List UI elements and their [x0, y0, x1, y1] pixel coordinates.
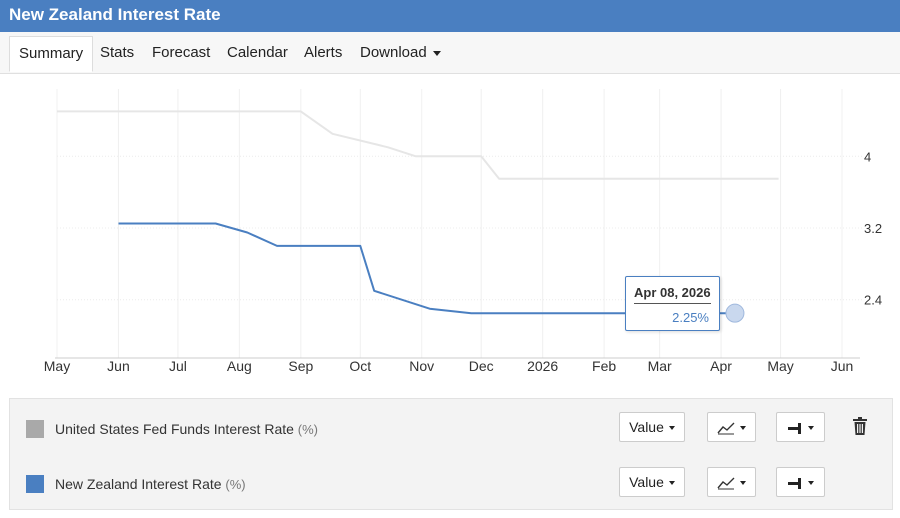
chevron-down-icon	[740, 426, 746, 431]
axis-dropdown[interactable]	[776, 467, 825, 497]
legend-label: New Zealand Interest Rate (%)	[55, 476, 246, 492]
x-tick-label: Oct	[349, 358, 371, 374]
chart-type-dropdown[interactable]	[707, 412, 756, 442]
x-tick-label: Dec	[469, 358, 494, 374]
tooltip-date: Apr 08, 2026	[634, 285, 711, 304]
x-tick-label: May	[767, 358, 793, 374]
legend-label: United States Fed Funds Interest Rate (%…	[55, 421, 319, 437]
series-color-swatch[interactable]	[26, 475, 44, 493]
axis-dropdown[interactable]	[776, 412, 825, 442]
chart-area: May Jun Jul Aug Sep Oct Nov Dec 2026 Feb Mar Apr May…	[0, 74, 900, 396]
x-tick-label: Nov	[409, 358, 434, 374]
x-tick-label: Jun	[107, 358, 130, 374]
legend-row-us: United States Fed Funds Interest Rate (%…	[10, 409, 894, 449]
x-tick-label: Apr	[710, 358, 732, 374]
y-tick-label: 3.2	[864, 221, 882, 236]
line-chart-icon	[717, 477, 735, 490]
chart-tooltip: Apr 08, 2026 2.25%	[625, 276, 720, 331]
page-header: New Zealand Interest Rate	[0, 0, 900, 32]
chevron-down-icon	[668, 481, 675, 486]
page-title: New Zealand Interest Rate	[9, 5, 221, 24]
x-tick-label: Sep	[288, 358, 313, 374]
series-color-swatch[interactable]	[26, 420, 44, 438]
x-tick-label: Mar	[648, 358, 672, 374]
tab-summary[interactable]: Summary	[9, 36, 94, 72]
tab-bar: Summary Stats Forecast Calendar Alerts D…	[0, 32, 900, 74]
tab-alerts[interactable]: Alerts	[304, 36, 342, 72]
y-tick-label: 4	[864, 149, 871, 164]
x-tick-label: Jul	[169, 358, 187, 374]
x-tick-label: Feb	[592, 358, 616, 374]
chart-type-dropdown[interactable]	[707, 467, 756, 497]
axis-position-icon	[788, 423, 801, 435]
y-tick-label: 2.4	[864, 293, 882, 308]
axis-position-icon	[788, 478, 801, 490]
trash-icon[interactable]	[853, 417, 867, 435]
x-axis-ticks: May Jun Jul Aug Sep Oct Nov Dec 2026 Feb Mar Apr May…	[44, 358, 854, 374]
legend-panel: United States Fed Funds Interest Rate (%…	[9, 398, 893, 510]
tab-stats[interactable]: Stats	[100, 36, 134, 72]
x-tick-label: May	[44, 358, 70, 374]
value-dropdown[interactable]: Value	[619, 412, 685, 442]
hover-point[interactable]	[725, 303, 745, 323]
chevron-down-icon	[668, 426, 675, 431]
x-tick-label: Aug	[227, 358, 252, 374]
tab-download[interactable]: Download	[360, 36, 441, 72]
tab-calendar[interactable]: Calendar	[227, 36, 288, 72]
line-chart-icon	[717, 422, 735, 435]
tab-forecast[interactable]: Forecast	[152, 36, 210, 72]
legend-row-nz: New Zealand Interest Rate (%) Value	[10, 464, 894, 504]
chevron-down-icon	[808, 481, 814, 486]
series-line-us-fed-funds	[57, 110, 779, 180]
chevron-down-icon	[740, 481, 746, 486]
x-tick-label: 2026	[527, 358, 558, 374]
chevron-down-icon	[808, 426, 814, 431]
value-dropdown[interactable]: Value	[619, 467, 685, 497]
x-tick-label: Jun	[831, 358, 854, 374]
tooltip-value: 2.25%	[672, 310, 709, 325]
chevron-down-icon	[432, 50, 441, 56]
y-axis-ticks: 4 3.2 2.4	[864, 149, 882, 307]
line-chart: May Jun Jul Aug Sep Oct Nov Dec 2026 Feb Mar Apr May…	[44, 89, 882, 374]
